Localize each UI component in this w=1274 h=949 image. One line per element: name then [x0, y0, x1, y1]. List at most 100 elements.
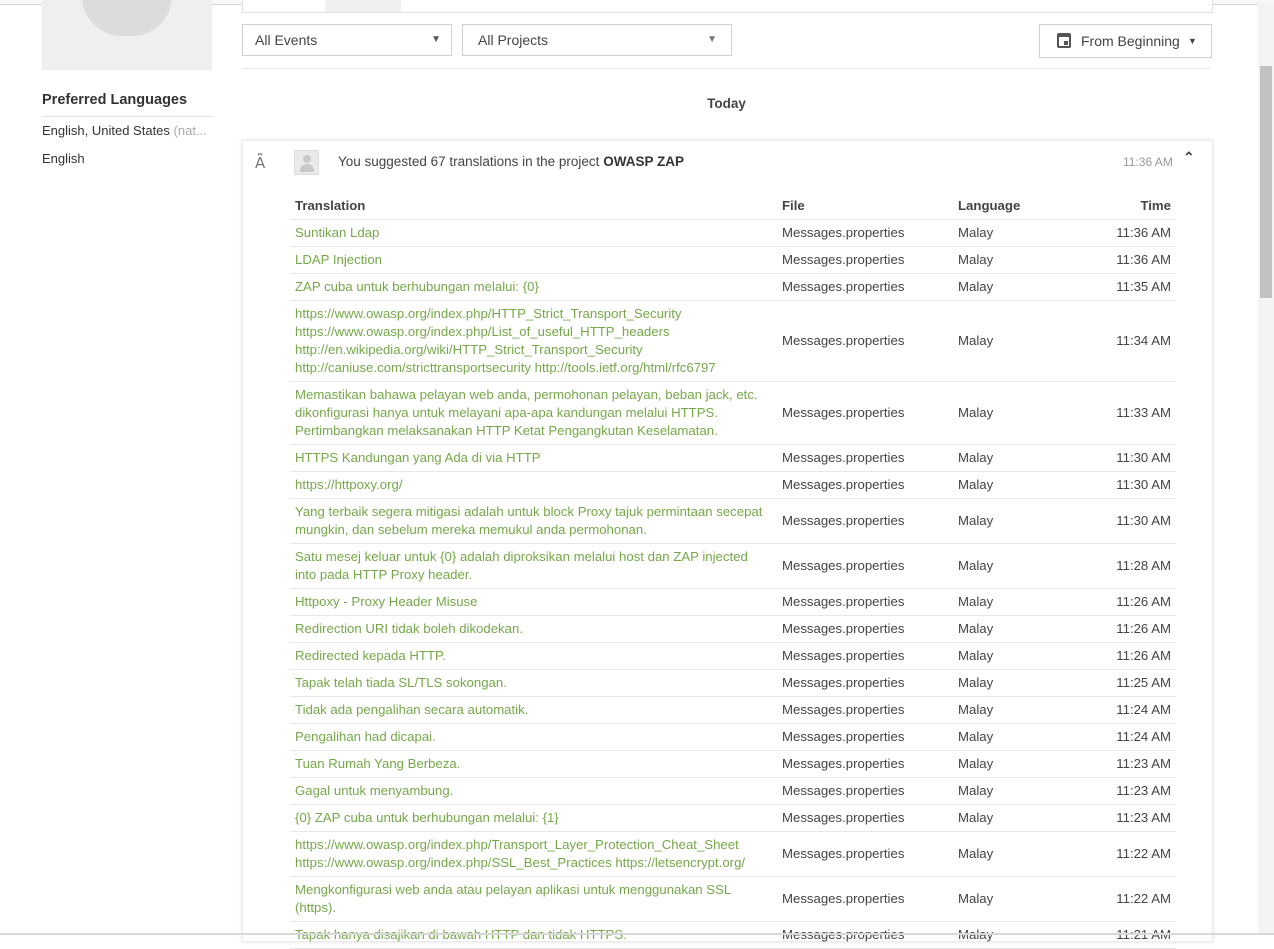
row-time: 11:23 AM	[1073, 804, 1176, 832]
translation-link[interactable]: Tapak telah tiada SL/TLS sokongan.	[290, 669, 777, 697]
language-name: English	[42, 151, 85, 166]
language-name: Malay	[953, 300, 1073, 382]
row-time: 11:30 AM	[1073, 471, 1176, 499]
activity-time: 11:36 AM	[1123, 155, 1173, 169]
table-row: HTTPS Kandungan yang Ada di via HTTP Mess…	[290, 444, 1176, 472]
scrollbar-thumb[interactable]	[1260, 66, 1272, 298]
translation-link[interactable]: ZAP cuba untuk berhubungan melalui: {0}	[290, 273, 777, 301]
table-row: Redirection URI tidak boleh dikodekan. Me…	[290, 615, 1176, 643]
page-scrollbar[interactable]	[1258, 4, 1274, 935]
events-filter-select[interactable]: All Events ▼	[242, 24, 452, 56]
tab-strip	[242, 0, 1213, 13]
calendar-icon	[1057, 33, 1071, 48]
table-header-row: Translation File Language Time	[290, 193, 1176, 220]
translation-link[interactable]: Mengkonfigurasi web anda atau pelayan ap…	[290, 876, 777, 922]
translation-link[interactable]: https://httpoxy.org/	[290, 471, 777, 499]
translation-link[interactable]: LDAP Injection	[290, 246, 777, 274]
translation-link[interactable]: Gagal untuk menyambung.	[290, 777, 777, 805]
file-name: Messages.properties	[777, 777, 953, 805]
date-range-button[interactable]: From Beginning ▼	[1039, 24, 1212, 58]
preferred-languages-title: Preferred Languages	[42, 92, 188, 108]
translation-link[interactable]: https://www.owasp.org/index.php/Transpor…	[290, 831, 777, 877]
language-name: Malay	[953, 444, 1073, 472]
row-time: 11:26 AM	[1073, 588, 1176, 616]
column-header-language: Language	[953, 193, 1073, 220]
language-name: Malay	[953, 471, 1073, 499]
project-link[interactable]: OWASP ZAP	[603, 154, 684, 169]
preferred-languages-list: English, United States (nat... English	[42, 116, 212, 173]
row-time: 11:23 AM	[1073, 777, 1176, 805]
translation-link[interactable]: Redirected kepada HTTP.	[290, 642, 777, 670]
caret-down-icon: ▼	[431, 34, 441, 45]
activity-summary: You suggested 67 translations in the pro…	[338, 154, 684, 169]
table-row: Memastikan bahawa pelayan web anda, perm…	[290, 381, 1176, 445]
table-row: ZAP cuba untuk berhubungan melalui: {0} M…	[290, 273, 1176, 301]
file-name: Messages.properties	[777, 669, 953, 697]
translation-link[interactable]: HTTPS Kandungan yang Ada di via HTTP	[290, 444, 777, 472]
translation-link[interactable]: Redirection URI tidak boleh dikodekan.	[290, 615, 777, 643]
table-row: Satu mesej keluar untuk {0} adalah dipro…	[290, 543, 1176, 589]
translation-link[interactable]: Tidak ada pengalihan secara automatik.	[290, 696, 777, 724]
events-filter-value: All Events	[255, 32, 318, 48]
language-name: Malay	[953, 642, 1073, 670]
date-range-label: From Beginning	[1081, 33, 1180, 49]
file-name: Messages.properties	[777, 273, 953, 301]
table-row: Httpoxy - Proxy Header Misuse Messages.pr…	[290, 588, 1176, 616]
column-header-file: File	[777, 193, 953, 220]
table-row: Tuan Rumah Yang Berbeza. Messages.propert…	[290, 750, 1176, 778]
row-time: 11:24 AM	[1073, 696, 1176, 724]
translations-table: Translation File Language Time Suntikan …	[290, 193, 1176, 949]
table-row: https://www.owasp.org/index.php/HTTP_Str…	[290, 300, 1176, 382]
file-name: Messages.properties	[777, 543, 953, 589]
table-row: Tapak hanya disajikan di bawah HTTP dan …	[290, 921, 1176, 949]
translation-link[interactable]: Suntikan Ldap	[290, 219, 777, 247]
file-name: Messages.properties	[777, 921, 953, 949]
file-name: Messages.properties	[777, 804, 953, 832]
file-name: Messages.properties	[777, 498, 953, 544]
language-name: Malay	[953, 669, 1073, 697]
row-time: 11:23 AM	[1073, 750, 1176, 778]
day-header: Today	[707, 96, 746, 111]
chevron-up-icon[interactable]: ⌃	[1183, 149, 1195, 166]
translation-link[interactable]: Pengalihan had dicapai.	[290, 723, 777, 751]
column-header-translation: Translation	[290, 193, 777, 220]
file-name: Messages.properties	[777, 831, 953, 877]
profile-avatar	[42, 0, 212, 70]
translation-link[interactable]: Tapak hanya disajikan di bawah HTTP dan …	[290, 921, 777, 949]
table-row: https://www.owasp.org/index.php/Transpor…	[290, 831, 1176, 877]
row-time: 11:30 AM	[1073, 444, 1176, 472]
table-row: Gagal untuk menyambung. Messages.properti…	[290, 777, 1176, 805]
translation-link[interactable]: Tuan Rumah Yang Berbeza.	[290, 750, 777, 778]
projects-filter-select[interactable]: All Projects ▼	[462, 24, 732, 56]
translation-link[interactable]: https://www.owasp.org/index.php/HTTP_Str…	[290, 300, 777, 382]
language-name: English, United States	[42, 123, 170, 138]
table-row: Redirected kepada HTTP. Messages.properti…	[290, 642, 1176, 670]
language-name: Malay	[953, 219, 1073, 247]
table-row: {0} ZAP cuba untuk berhubungan melalui: …	[290, 804, 1176, 832]
table-row: Suntikan Ldap Messages.properties Malay 11:…	[290, 219, 1176, 247]
translation-link[interactable]: Httpoxy - Proxy Header Misuse	[290, 588, 777, 616]
translation-link[interactable]: Satu mesej keluar untuk {0} adalah dipro…	[290, 543, 777, 589]
file-name: Messages.properties	[777, 246, 953, 274]
language-name: Malay	[953, 777, 1073, 805]
translation-link[interactable]: {0} ZAP cuba untuk berhubungan melalui: …	[290, 804, 777, 832]
language-name: Malay	[953, 588, 1073, 616]
row-time: 11:22 AM	[1073, 876, 1176, 922]
tab-active[interactable]	[325, 0, 401, 12]
file-name: Messages.properties	[777, 219, 953, 247]
file-name: Messages.properties	[777, 642, 953, 670]
translation-link[interactable]: Memastikan bahawa pelayan web anda, perm…	[290, 381, 777, 445]
language-name: Malay	[953, 696, 1073, 724]
table-row: Pengalihan had dicapai. Messages.properti…	[290, 723, 1176, 751]
file-name: Messages.properties	[777, 444, 953, 472]
language-name: Malay	[953, 615, 1073, 643]
translation-link[interactable]: Yang terbaik segera mitigasi adalah untu…	[290, 498, 777, 544]
table-row: Tidak ada pengalihan secara automatik. Me…	[290, 696, 1176, 724]
table-row: Tapak telah tiada SL/TLS sokongan. Messag…	[290, 669, 1176, 697]
file-name: Messages.properties	[777, 615, 953, 643]
language-name: Malay	[953, 876, 1073, 922]
row-time: 11:34 AM	[1073, 300, 1176, 382]
row-time: 11:21 AM	[1073, 921, 1176, 949]
row-time: 11:36 AM	[1073, 246, 1176, 274]
language-name: Malay	[953, 831, 1073, 877]
